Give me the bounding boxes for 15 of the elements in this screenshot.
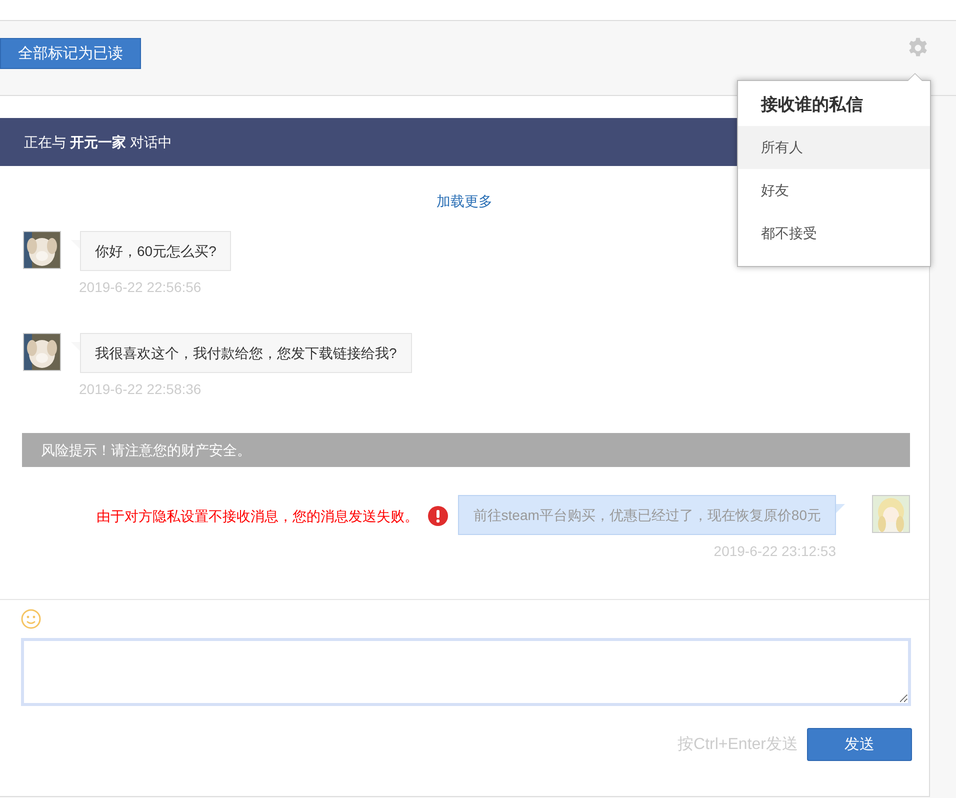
message-bubble: 我很喜欢这个，我付款给您，您发下载链接给我? [80,333,412,373]
menu-option[interactable]: 好友 [738,169,930,212]
menu-option[interactable]: 都不接受 [738,212,930,255]
send-button[interactable]: 发送 [807,728,912,761]
menu-option[interactable]: 所有人 [738,126,930,169]
risk-warning-banner: 风险提示！请注意您的财产安全。 [22,433,910,467]
menu-title: 接收谁的私信 [760,94,864,116]
message-input[interactable] [21,638,911,706]
send-failed-message: 由于对方隐私设置不接收消息，您的消息发送失败。 [96,507,418,526]
load-more-link[interactable]: 加载更多 [436,193,492,209]
smiley-icon[interactable] [21,609,41,629]
mark-all-read-button[interactable]: 全部标记为已读 [0,38,141,68]
message-bubble: 前往steam平台购买，优惠已经过了，现在恢复原价80元 [458,495,836,535]
message-bubble: 你好，60元怎么买? [80,231,232,271]
settings-icon[interactable] [907,37,929,59]
